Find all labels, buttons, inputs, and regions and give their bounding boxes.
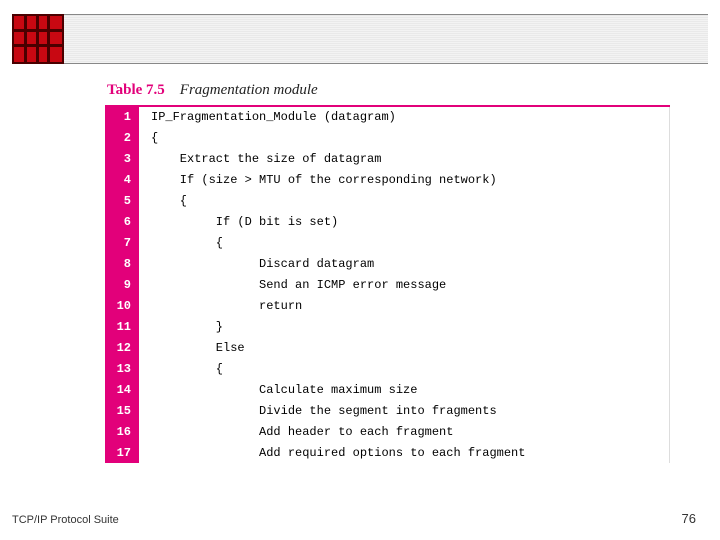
code-cell: Add required options to each fragment — [139, 442, 670, 463]
code-cell: Extract the size of datagram — [139, 148, 670, 169]
line-number: 9 — [105, 274, 139, 295]
table-row: 1IP_Fragmentation_Module (datagram) — [105, 106, 670, 127]
line-number: 11 — [105, 316, 139, 337]
page-number: 76 — [682, 511, 696, 526]
line-number: 5 — [105, 190, 139, 211]
code-cell: IP_Fragmentation_Module (datagram) — [139, 106, 670, 127]
table-row: 7 { — [105, 232, 670, 253]
code-cell: { — [139, 232, 670, 253]
line-number: 3 — [105, 148, 139, 169]
table-number: Table 7.5 — [107, 82, 165, 98]
table-caption: Table 7.5 Fragmentation module — [105, 82, 670, 99]
table-row: 8 Discard datagram — [105, 253, 670, 274]
table-title: Fragmentation module — [180, 82, 318, 98]
line-number: 2 — [105, 127, 139, 148]
table-row: 15 Divide the segment into fragments — [105, 400, 670, 421]
code-cell: Else — [139, 337, 670, 358]
table-row: 16 Add header to each fragment — [105, 421, 670, 442]
table-row: 9 Send an ICMP error message — [105, 274, 670, 295]
table-row: 10 return — [105, 295, 670, 316]
line-number: 15 — [105, 400, 139, 421]
table-row: 13 { — [105, 358, 670, 379]
line-number: 7 — [105, 232, 139, 253]
table-row: 6 If (D bit is set) — [105, 211, 670, 232]
code-cell: Send an ICMP error message — [139, 274, 670, 295]
code-cell: Divide the segment into fragments — [139, 400, 670, 421]
line-number: 8 — [105, 253, 139, 274]
table-row: 14 Calculate maximum size — [105, 379, 670, 400]
code-cell: { — [139, 190, 670, 211]
code-cell: If (size > MTU of the corresponding netw… — [139, 169, 670, 190]
line-number: 6 — [105, 211, 139, 232]
table-row: 11 } — [105, 316, 670, 337]
code-cell: { — [139, 358, 670, 379]
table-row: 5 { — [105, 190, 670, 211]
line-number: 1 — [105, 106, 139, 127]
code-cell: Discard datagram — [139, 253, 670, 274]
red-grid-logo-icon — [12, 14, 64, 64]
code-cell: return — [139, 295, 670, 316]
code-cell: Add header to each fragment — [139, 421, 670, 442]
line-number: 10 — [105, 295, 139, 316]
footer-text-left: TCP/IP Protocol Suite — [12, 514, 119, 526]
line-number: 12 — [105, 337, 139, 358]
line-number: 14 — [105, 379, 139, 400]
table-row: 3 Extract the size of datagram — [105, 148, 670, 169]
table-row: 12 Else — [105, 337, 670, 358]
header-hatched-band — [12, 14, 708, 64]
table-row: 17 Add required options to each fragment — [105, 442, 670, 463]
table-row: 4 If (size > MTU of the corresponding ne… — [105, 169, 670, 190]
table-row: 2{ — [105, 127, 670, 148]
table-container: Table 7.5 Fragmentation module 1IP_Fragm… — [105, 82, 670, 463]
line-number: 17 — [105, 442, 139, 463]
code-listing-table: 1IP_Fragmentation_Module (datagram) 2{ 3… — [105, 105, 670, 463]
code-cell: Calculate maximum size — [139, 379, 670, 400]
code-cell: { — [139, 127, 670, 148]
line-number: 4 — [105, 169, 139, 190]
code-cell: } — [139, 316, 670, 337]
code-cell: If (D bit is set) — [139, 211, 670, 232]
line-number: 16 — [105, 421, 139, 442]
line-number: 13 — [105, 358, 139, 379]
